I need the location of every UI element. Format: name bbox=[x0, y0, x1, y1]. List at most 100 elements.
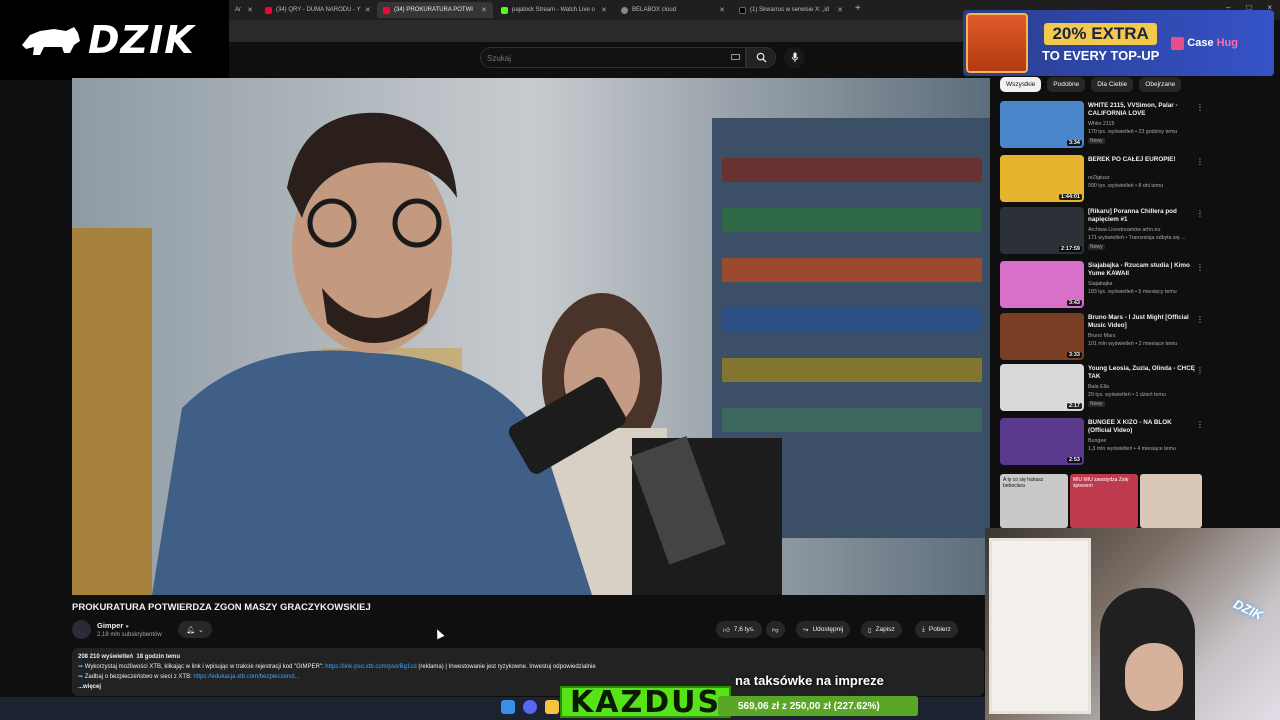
recommendation-title[interactable]: Siajabajka - Rzucam studia | Kimo Yume K… bbox=[1088, 262, 1196, 278]
notifications-button[interactable]: 🔔︎ ⌄ bbox=[178, 621, 212, 638]
recommendation-item[interactable]: 3:34 WHITE 2115, VVSimon, Palar - CALIFOR… bbox=[1000, 101, 1205, 149]
recommendation-title[interactable]: BEREK PO CAŁEJ EUROPIE! bbox=[1088, 156, 1196, 164]
close-icon[interactable]: ✕ bbox=[481, 6, 487, 14]
recommendation-item[interactable]: 3:43 Siajabajka - Rzucam studia | Kimo Yu… bbox=[1000, 261, 1205, 309]
address-bar[interactable] bbox=[229, 20, 989, 42]
shorts-row: A ty co się hahasz bebeclara MIU MIU zaw… bbox=[1000, 474, 1202, 528]
recommendation-meta: 171 wyświetleń • Transmisja odbyła się .… bbox=[1088, 235, 1186, 241]
close-icon[interactable]: ✕ bbox=[365, 6, 371, 14]
more-vert-icon[interactable]: ⋮ bbox=[1196, 366, 1204, 375]
ad-promo: 20% EXTRA TO EVERY TOP-UP bbox=[1042, 23, 1159, 63]
recommendation-channel[interactable]: Siajabajka bbox=[1088, 281, 1112, 287]
channel-avatar[interactable] bbox=[72, 620, 91, 639]
more-vert-icon[interactable]: ⋮ bbox=[1196, 157, 1204, 166]
recommendation-channel[interactable]: White 2115 bbox=[1088, 121, 1114, 127]
short-thumbnail[interactable]: A ty co się hahasz bebeclara bbox=[1000, 474, 1068, 528]
description-link[interactable]: https://link-pso.xtb.com/pso/Bg1cd bbox=[325, 664, 416, 670]
microphone-icon bbox=[791, 52, 798, 63]
download-label: Pobierz bbox=[928, 626, 951, 633]
close-icon[interactable]: ✕ bbox=[719, 6, 725, 14]
casehug-logo: Case Hug bbox=[1171, 36, 1238, 50]
donor-name: KAZDUS bbox=[560, 685, 732, 720]
recommendation-title[interactable]: BUNGEE X KIZO - NA BLOK (Official Video) bbox=[1088, 419, 1196, 435]
tab-2-active[interactable]: (34) PROKURATURA POTWI ✕ bbox=[377, 2, 493, 18]
save-button[interactable]: ▯ Zapisz bbox=[861, 621, 902, 638]
folder-icon[interactable] bbox=[545, 700, 559, 714]
description-link[interactable]: https://edukacja.xtb.com/bezpieczenst... bbox=[193, 674, 299, 680]
new-tab-button[interactable]: + bbox=[855, 3, 861, 14]
recommendation-item[interactable]: 2:17:59 [Rikaru] Poranna Chillera pod nap… bbox=[1000, 207, 1205, 255]
channel-name[interactable]: Gimper ● bbox=[97, 621, 129, 630]
video-thumbnail[interactable]: 2:53 bbox=[1000, 418, 1084, 465]
chip-all[interactable]: Wszystkie bbox=[1000, 77, 1042, 92]
video-thumbnail[interactable]: 3:34 bbox=[1000, 101, 1084, 148]
donation-goal-text: 569,06 zł z 250,00 zł (227.62%) bbox=[738, 700, 880, 712]
video-player[interactable] bbox=[72, 78, 990, 595]
tts-message: na taksówke na impreze bbox=[735, 673, 884, 688]
youtube-icon bbox=[265, 6, 272, 14]
recommendation-meta: 1,3 mln wyświetleń • 4 miesiące temu bbox=[1088, 446, 1176, 452]
recommendation-item[interactable]: 3:33 Bruno Mars - I Just Might [Official … bbox=[1000, 313, 1205, 361]
video-thumbnail[interactable]: 2:17 bbox=[1000, 364, 1084, 411]
bell-icon: 🔔︎ bbox=[186, 626, 195, 634]
video-thumbnail[interactable]: 1:44:01 bbox=[1000, 155, 1084, 202]
recommendation-item[interactable]: 1:44:01 BEREK PO CAŁEJ EUROPIE! reZigiusz 9… bbox=[1000, 155, 1205, 203]
video-thumbnail[interactable]: 3:43 bbox=[1000, 261, 1084, 308]
chip-watched[interactable]: Obejrzane bbox=[1139, 77, 1182, 92]
chip-for-you[interactable]: Dla Ciebie bbox=[1091, 77, 1134, 92]
tab-title: (34) QRY - DUMA NARODU - Y bbox=[276, 7, 361, 13]
voice-search-button[interactable] bbox=[784, 47, 805, 68]
close-icon[interactable]: ✕ bbox=[247, 6, 253, 14]
recommendation-channel[interactable]: reZigiusz bbox=[1088, 175, 1110, 181]
new-badge: Nowy bbox=[1088, 401, 1105, 407]
video-description[interactable]: 208 210 wyświetleń 18 godzin temu ➡ Wyko… bbox=[72, 648, 984, 696]
like-button[interactable]: 👍︎ 7,6 tys. bbox=[716, 621, 762, 638]
discord-icon[interactable] bbox=[523, 700, 537, 714]
windows-start-icon[interactable] bbox=[501, 700, 515, 714]
stream-logo: DZIK bbox=[0, 0, 229, 80]
tab-4[interactable]: BELABOX cloud ✕ bbox=[615, 2, 731, 18]
treasure-chest-icon bbox=[966, 13, 1028, 73]
search-placeholder: Szukaj bbox=[487, 54, 512, 63]
keyboard-icon[interactable] bbox=[731, 54, 740, 60]
recommendation-item[interactable]: 2:17 Young Leosia, Zuzia, Olinda - CHCĘ T… bbox=[1000, 364, 1205, 412]
more-vert-icon[interactable]: ⋮ bbox=[1196, 315, 1204, 324]
tab-1[interactable]: (34) QRY - DUMA NARODU - Y ✕ bbox=[259, 2, 375, 18]
more-vert-icon[interactable]: ⋮ bbox=[1196, 420, 1204, 429]
recommendation-title[interactable]: WHITE 2115, VVSimon, Palar - CALIFORNIA … bbox=[1088, 102, 1196, 118]
close-icon[interactable]: ✕ bbox=[601, 6, 607, 14]
recommendation-title[interactable]: Bruno Mars - I Just Might [Official Musi… bbox=[1088, 314, 1196, 330]
video-thumbnail[interactable]: 3:33 bbox=[1000, 313, 1084, 360]
chip-related[interactable]: Podobne bbox=[1047, 77, 1086, 92]
dislike-button[interactable]: 👎︎ bbox=[766, 621, 785, 638]
short-thumbnail[interactable] bbox=[1140, 474, 1202, 528]
tab-5[interactable]: (1) Skwarrus w serwisie X: „id ✕ bbox=[733, 2, 849, 18]
search-button[interactable] bbox=[746, 47, 776, 68]
recommendation-meta: 183 tys. wyświetleń • 5 miesięcy temu bbox=[1088, 289, 1177, 295]
recommendation-channel[interactable]: Archiwa Livestreamów arhn.eu bbox=[1088, 227, 1160, 233]
thumbs-down-icon: 👎︎ bbox=[772, 626, 779, 634]
short-thumbnail[interactable]: MIU MIU zawstydza Zalę śpiewem bbox=[1070, 474, 1138, 528]
recommendation-channel[interactable]: Bruno Mars bbox=[1088, 333, 1115, 339]
tab-3[interactable]: pajalock Stream - Watch Live o ✕ bbox=[495, 2, 613, 18]
verified-icon: ● bbox=[125, 624, 129, 630]
recommendation-item[interactable]: 2:53 BUNGEE X KIZO - NA BLOK (Official Vi… bbox=[1000, 418, 1205, 466]
video-duration: 2:17:59 bbox=[1059, 246, 1082, 252]
tab-0[interactable]: Ar ✕ bbox=[229, 2, 259, 18]
download-button[interactable]: ⤓ Pobierz bbox=[915, 621, 958, 638]
recommendation-channel[interactable]: Bala Ella bbox=[1088, 384, 1109, 390]
recommendation-channel[interactable]: Bungee bbox=[1088, 438, 1106, 444]
more-vert-icon[interactable]: ⋮ bbox=[1196, 103, 1204, 112]
casehug-ad-banner[interactable]: 20% EXTRA TO EVERY TOP-UP Case Hug bbox=[963, 10, 1274, 76]
screen: Ar ✕ (34) QRY - DUMA NARODU - Y ✕ (34) P… bbox=[0, 0, 1280, 720]
search-input[interactable]: Szukaj bbox=[480, 47, 746, 68]
more-vert-icon[interactable]: ⋮ bbox=[1196, 263, 1204, 272]
recommendation-title[interactable]: Young Leosia, Zuzia, Olinda - CHCĘ TAK bbox=[1088, 365, 1196, 381]
recommendation-meta: 101 mln wyświetleń • 2 miesiące temu bbox=[1088, 341, 1178, 347]
share-button[interactable]: ↪ Udostępnij bbox=[796, 621, 851, 638]
tab-title: pajalock Stream - Watch Live o bbox=[512, 7, 595, 13]
recommendation-title[interactable]: [Rikaru] Poranna Chillera pod napięciem … bbox=[1088, 208, 1196, 224]
close-icon[interactable]: ✕ bbox=[837, 6, 843, 14]
video-thumbnail[interactable]: 2:17:59 bbox=[1000, 207, 1084, 254]
more-vert-icon[interactable]: ⋮ bbox=[1196, 209, 1204, 218]
